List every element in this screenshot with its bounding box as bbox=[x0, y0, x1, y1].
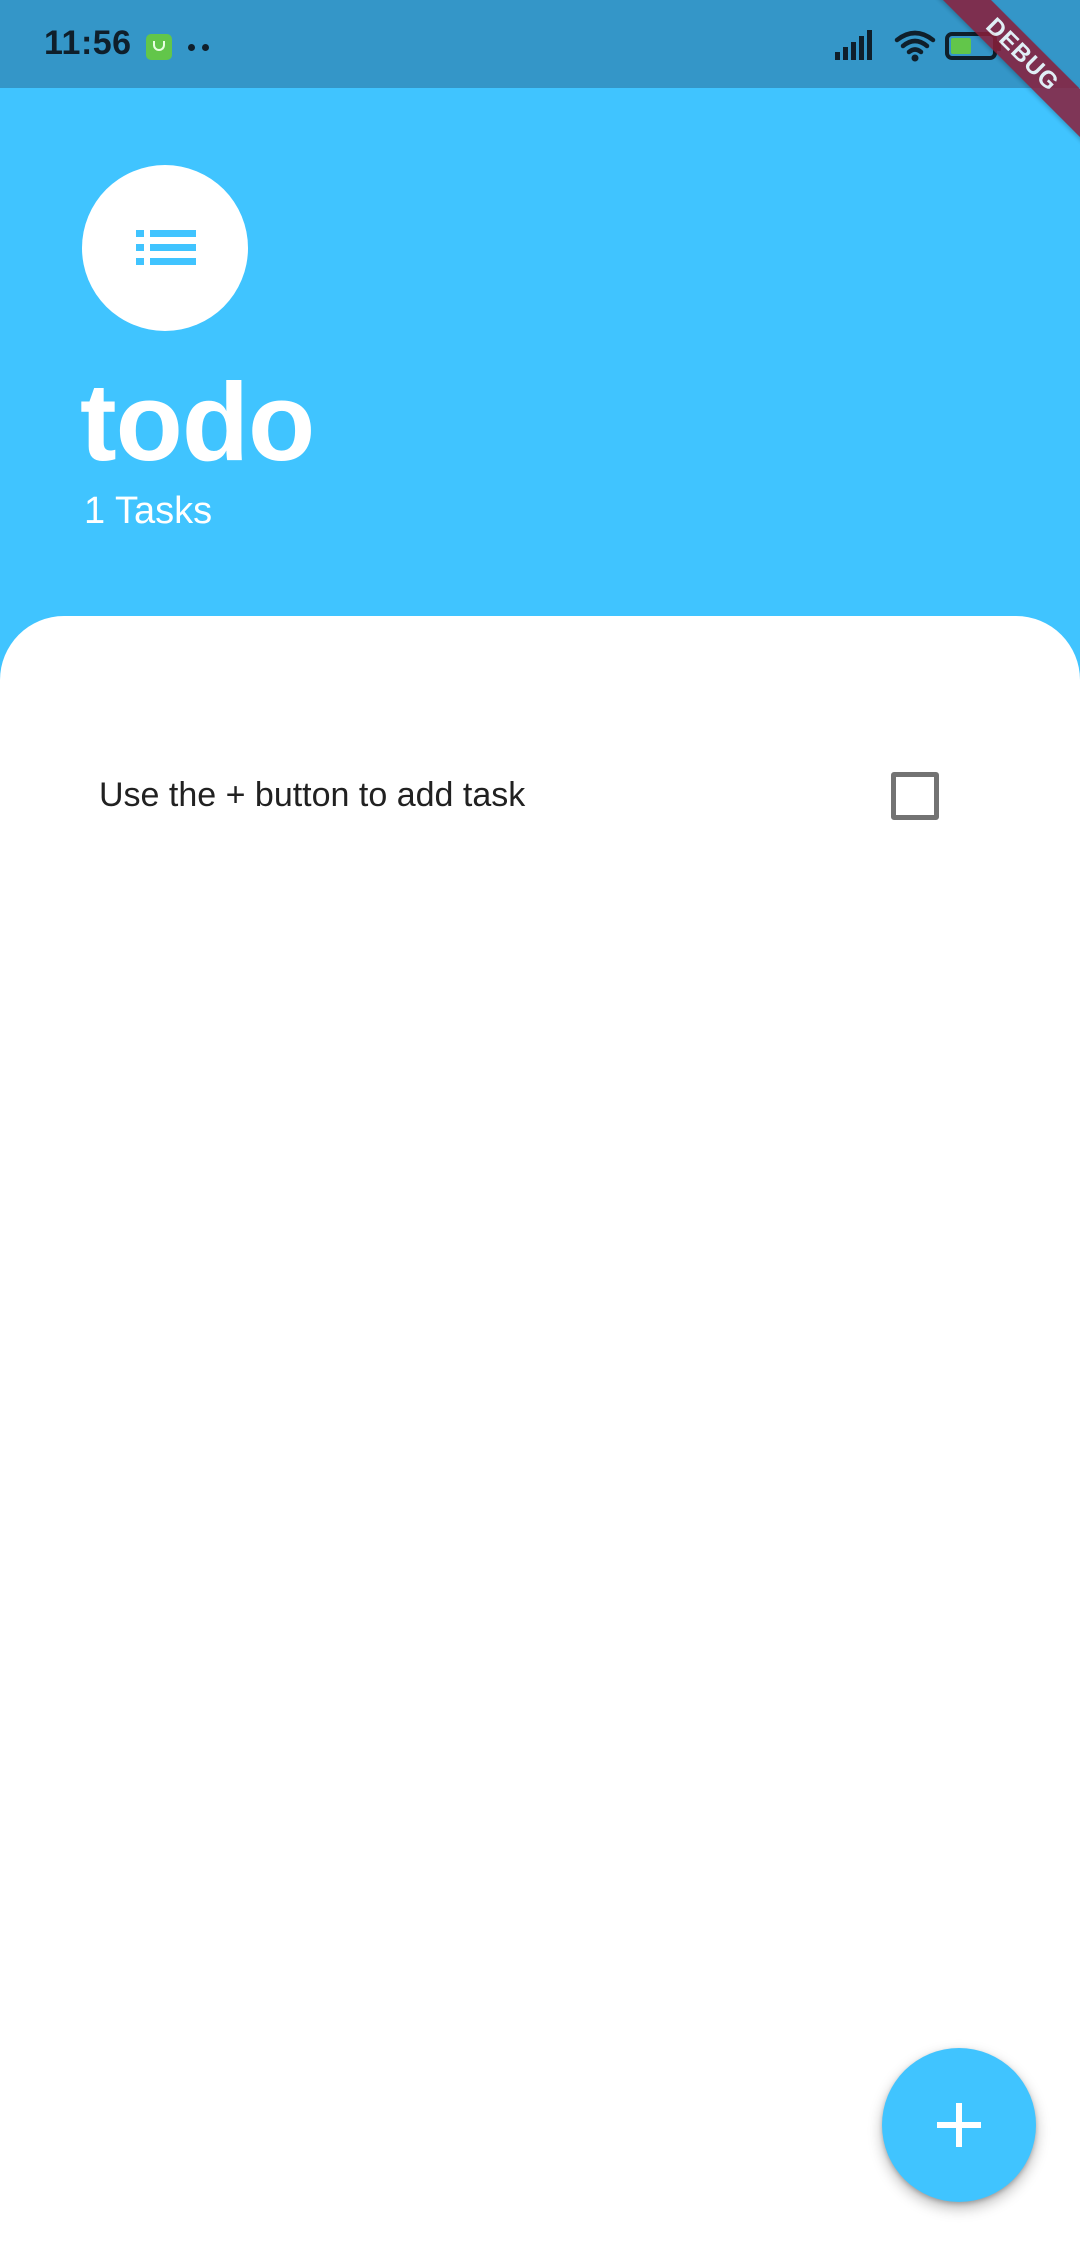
more-notifications-icon bbox=[188, 44, 214, 52]
app-notification-icon bbox=[146, 34, 172, 60]
wifi-icon bbox=[894, 30, 936, 62]
task-checkbox[interactable] bbox=[891, 772, 939, 820]
task-list-card: Use the + button to add task bbox=[0, 616, 1080, 2246]
plus-icon bbox=[937, 2103, 981, 2147]
add-task-button[interactable] bbox=[882, 2048, 1036, 2202]
list-avatar bbox=[82, 165, 248, 331]
list-icon bbox=[136, 230, 196, 265]
task-count: 1 Tasks bbox=[84, 490, 213, 532]
signal-icon bbox=[835, 30, 872, 60]
task-text: Use the + button to add task bbox=[99, 776, 526, 814]
status-bar: 11:56 bbox=[0, 0, 1080, 88]
status-time: 11:56 bbox=[44, 24, 132, 62]
page-title: todo bbox=[80, 361, 315, 484]
task-item[interactable]: Use the + button to add task bbox=[0, 746, 1080, 846]
